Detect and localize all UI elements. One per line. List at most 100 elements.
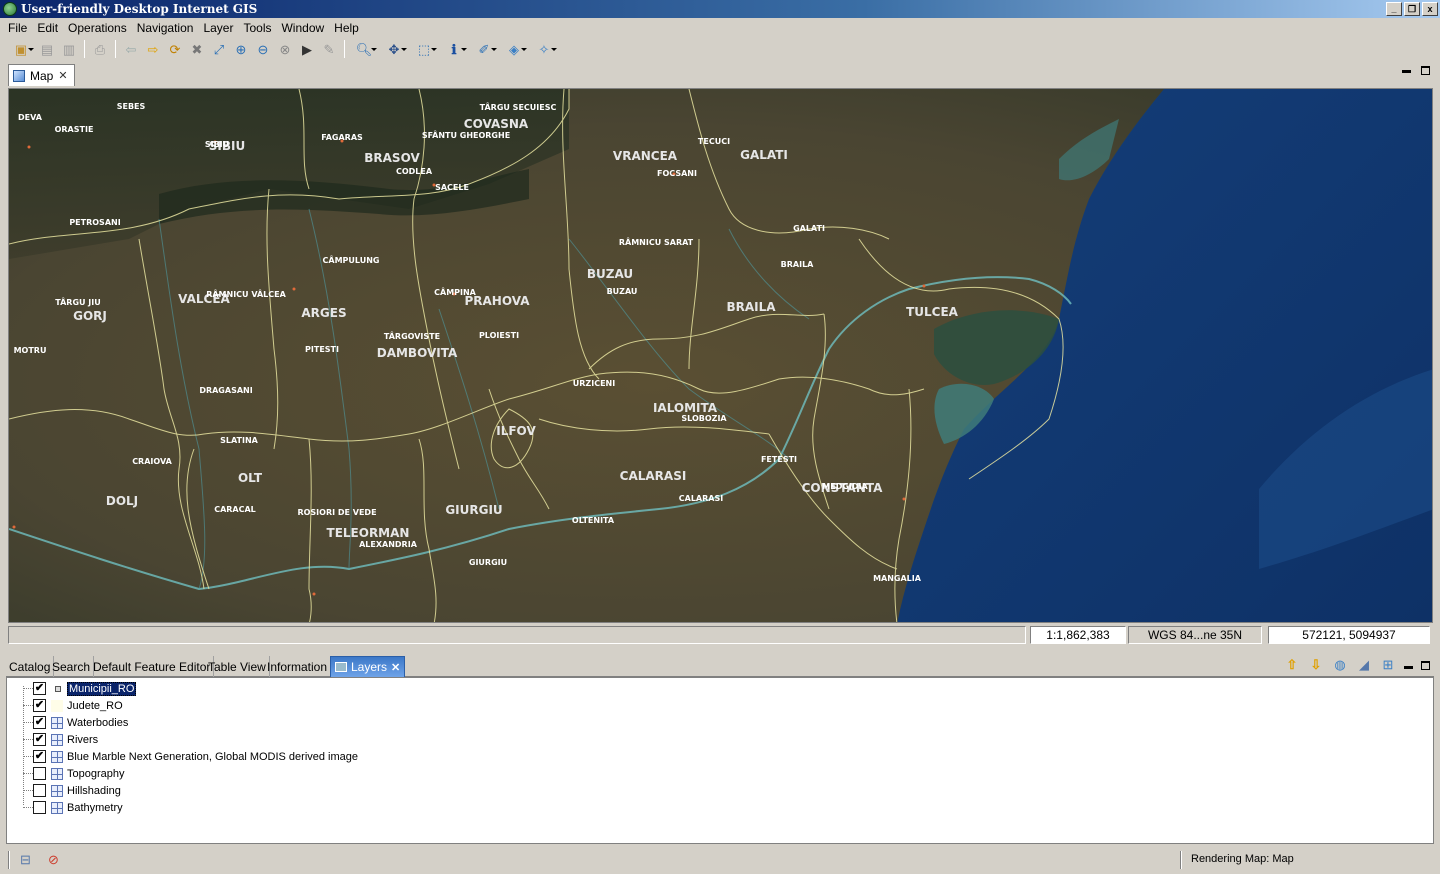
county-label: ARGES [301,306,346,320]
menu-layer[interactable]: Layer [198,21,238,35]
tab-catalog[interactable]: Catalog [6,656,55,677]
close-icon[interactable]: ✕ [391,661,400,674]
menu-edit[interactable]: Edit [32,21,63,35]
tab-information[interactable]: Information [264,656,332,677]
tab-search[interactable]: Search [49,656,95,677]
crs-field[interactable]: WGS 84...ne 35N [1128,626,1262,644]
zoom-in-icon[interactable]: ⊕ [230,39,252,59]
map-icon [13,69,25,82]
forward-arrow-icon[interactable]: ⇨ [142,39,164,59]
new-view-icon[interactable]: ⊟ [20,852,31,868]
zoom-extent-icon[interactable]: ⤢ [208,39,230,59]
city-label: FETESTI [761,455,797,464]
move-layer-up-icon[interactable]: ⇧ [1284,657,1300,673]
menu-navigation[interactable]: Navigation [132,21,199,35]
title-bar: User-friendly Desktop Internet GIS _ ❐ x [0,0,1440,18]
refresh-icon[interactable]: ⟳ [164,39,186,59]
maximize-view-icon[interactable] [1421,66,1430,75]
menu-operations[interactable]: Operations [63,21,132,35]
tab-table-view[interactable]: Table View [205,656,270,677]
tree-connector [23,790,33,791]
menu-help[interactable]: Help [329,21,364,35]
globe-icon [3,2,17,16]
scale-field[interactable]: 1:1,862,383 [1030,626,1126,644]
edit-tool-icon[interactable]: ✐ [469,39,499,59]
print-icon[interactable]: ⎙ [89,39,111,59]
tree-connector [23,773,33,774]
layers-actions: ⇧ ⇩ ◍ ◢ ⊞ [1284,657,1430,673]
tab-layers-label: Layers [351,660,388,674]
create-feature-icon[interactable]: ◈ [499,39,529,59]
maximize-view-icon[interactable] [1421,660,1430,670]
city-label: SIBIU [205,140,229,149]
layer-name: Municipii_RO [67,681,137,696]
layer-checkbox[interactable] [33,767,46,780]
city-label: BUZAU [607,287,638,296]
add-layer-icon[interactable]: ⊞ [1380,657,1396,673]
tree-connector [23,705,33,706]
layer-name: Judete_RO [67,699,123,712]
main-toolbar: ▣ ▤ ▥ ⎙ ⇦ ⇨ ⟳ ✖ ⤢ ⊕ ⊖ ⊗ ▶ ✎ 🔍︎ ✥ ⬚ ℹ ✐ ◈… [0,38,1440,60]
county-label: ILFOV [496,424,536,438]
layer-checkbox[interactable] [33,801,46,814]
eraser-icon[interactable]: ✎ [318,39,340,59]
layers-icon [335,662,347,672]
layer-checkbox[interactable]: ✔ [33,716,46,729]
toolbar-separator [115,40,116,58]
move-layer-down-icon[interactable]: ⇩ [1308,657,1324,673]
window-title: User-friendly Desktop Internet GIS [21,2,258,16]
back-arrow-icon[interactable]: ⇦ [120,39,142,59]
menu-window[interactable]: Window [276,21,329,35]
restore-button[interactable]: ❐ [1404,2,1420,16]
style-layer-icon[interactable]: ◍ [1332,657,1348,673]
minimize-view-icon[interactable] [1404,665,1413,669]
save-all-icon[interactable]: ▥ [58,39,80,59]
county-label: TULCEA [906,305,959,319]
zoom-out-icon[interactable]: ⊖ [252,39,274,59]
city-label: FOCSANI [657,169,697,178]
city-label: ORASTIE [55,125,94,134]
new-icon[interactable]: ▣ [6,39,36,59]
city-label: CODLEA [396,167,433,176]
close-icon[interactable]: ✕ [58,69,67,82]
minimize-view-icon[interactable] [1402,70,1411,73]
city-label: CÂMPULUNG [323,254,380,265]
view-tab-bar: Catalog Search Default Feature Editor Ta… [6,655,1434,677]
layer-checkbox[interactable] [33,784,46,797]
tab-map[interactable]: Map ✕ [8,64,75,86]
pan-tool-icon[interactable]: ✥ [379,39,409,59]
selection-tool-icon[interactable]: ⬚ [409,39,439,59]
geometry-tool-icon[interactable]: ✧ [529,39,559,59]
save-icon[interactable]: ▤ [36,39,58,59]
status-separator [1180,851,1182,869]
info-tool-icon[interactable]: ℹ [439,39,469,59]
city-label: RÂMNICU SARAT [619,236,694,247]
close-button[interactable]: x [1422,2,1438,16]
map-canvas[interactable]: COVASNA BRASOV SIBIU VRANCEA GALATI BUZA… [8,88,1433,623]
stop-icon[interactable]: ⊘ [48,852,59,868]
grid-layer-icon [51,733,63,746]
layer-name: Waterbodies [67,716,129,729]
layer-checkbox[interactable]: ✔ [33,733,46,746]
layer-checkbox[interactable]: ✔ [33,750,46,763]
zoom-selection-icon[interactable]: ⊗ [274,39,296,59]
next-icon[interactable]: ▶ [296,39,318,59]
grid-layer-icon [51,750,63,763]
edit-layer-icon[interactable]: ◢ [1356,657,1372,673]
county-label: GORJ [73,309,107,323]
cancel-render-icon[interactable]: ✖ [186,39,208,59]
menu-file[interactable]: File [3,21,32,35]
city-label: OLTENITA [572,516,615,525]
zoom-tool-icon[interactable]: 🔍︎ [349,39,379,59]
menu-tools[interactable]: Tools [238,21,276,35]
tree-connector [23,807,33,808]
layer-checkbox[interactable]: ✔ [33,699,46,712]
toolbar-separator [84,40,85,58]
tree-connector [23,688,33,689]
tab-layers[interactable]: Layers ✕ [330,656,406,677]
minimize-button[interactable]: _ [1386,2,1402,16]
layer-checkbox[interactable]: ✔ [33,682,46,695]
tab-default-feature-editor[interactable]: Default Feature Editor [90,656,215,677]
city-label: CÂMPINA [434,286,477,297]
city-label: ALEXANDRIA [359,540,418,549]
